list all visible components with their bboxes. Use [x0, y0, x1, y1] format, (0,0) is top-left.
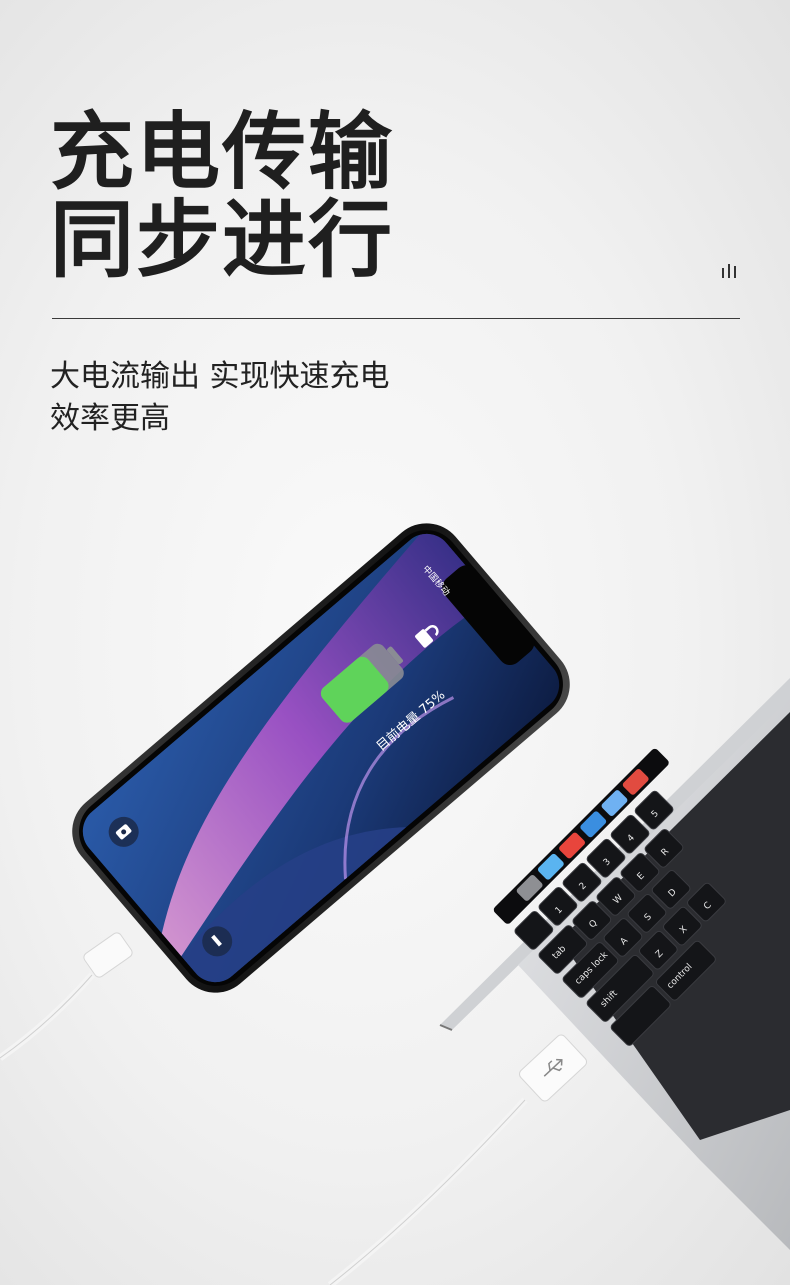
- smartphone: 目前电量 75% 中国移动: [72, 523, 570, 993]
- lightning-connector: [83, 932, 133, 978]
- usb-connector: [518, 1034, 588, 1102]
- product-scene: 目前电量 75% 中国移动 tab caps lock shift contro…: [0, 523, 790, 1285]
- phone-cable: [0, 932, 133, 1061]
- usb-cable: [327, 1034, 588, 1285]
